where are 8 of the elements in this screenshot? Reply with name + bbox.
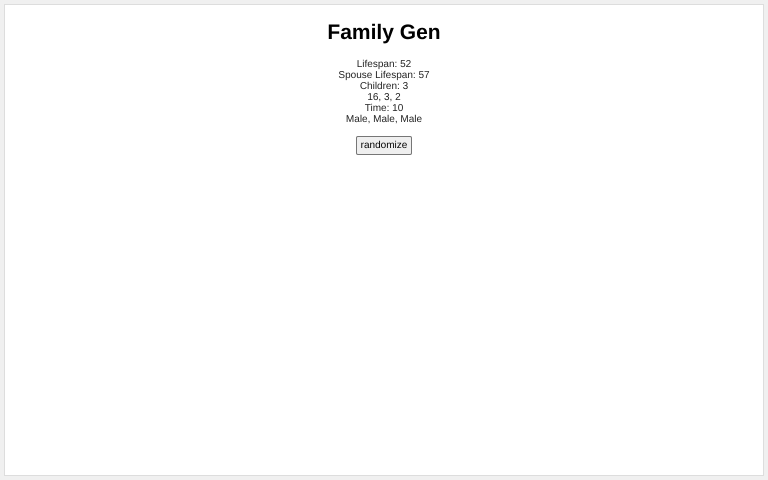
info-line: Time: 10 bbox=[364, 103, 404, 114]
info-line: Children: 3 bbox=[360, 81, 408, 92]
info-line: Lifespan: 52 bbox=[356, 59, 412, 70]
randomize-button[interactable]: randomize bbox=[356, 136, 412, 155]
info-line: Spouse Lifespan: 57 bbox=[338, 70, 430, 81]
info-line: Male, Male, Male bbox=[346, 114, 422, 125]
page-title: Family Gen bbox=[327, 21, 441, 45]
info-line: 16, 3, 2 bbox=[367, 92, 401, 103]
